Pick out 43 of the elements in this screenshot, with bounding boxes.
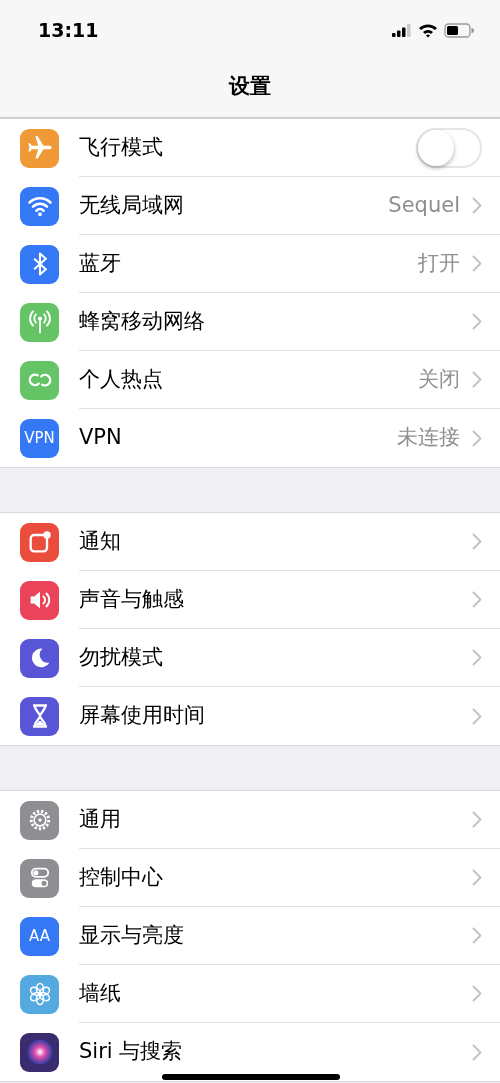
chevron-icon [472, 197, 482, 214]
row-label: 无线局域网 [79, 191, 184, 219]
icon-label: VPN [24, 430, 55, 446]
wifi-icon [418, 22, 438, 38]
home-indicator[interactable] [162, 1074, 340, 1080]
row-value: 未连接 [397, 424, 460, 452]
toggle-switch[interactable] [416, 127, 482, 168]
row-value: 关闭 [418, 365, 460, 393]
row-label: 墙纸 [79, 979, 121, 1007]
chevron-icon [472, 1043, 482, 1061]
row-label: 蜂窝移动网络 [79, 307, 205, 335]
chevron-icon [472, 985, 482, 1002]
chevron-icon [472, 869, 482, 886]
chevron-icon [472, 927, 482, 944]
row-value: Sequel [388, 191, 460, 219]
row-label: 个人热点 [79, 365, 163, 393]
row-value: 打开 [418, 249, 460, 277]
signal-icon [392, 23, 412, 37]
row-label: 飞行模式 [79, 133, 163, 161]
row-label: 显示与亮度 [79, 921, 184, 949]
row-label: 控制中心 [79, 863, 163, 891]
row-label: 勿扰模式 [79, 643, 163, 671]
row-label: 声音与触感 [79, 585, 184, 613]
chevron-icon [472, 649, 482, 666]
row-label: Siri 与搜索 [79, 1038, 183, 1066]
row-label: 通用 [79, 805, 121, 833]
row-label: 蓝牙 [79, 249, 121, 277]
chevron-icon [472, 313, 482, 330]
row-label: 屏幕使用时间 [79, 702, 205, 730]
chevron-icon [472, 371, 482, 388]
chevron-icon [472, 591, 482, 608]
row-label: VPN [79, 424, 122, 452]
icon-label: AA [29, 928, 50, 944]
page-title: 设置 [229, 72, 271, 100]
chevron-icon [472, 429, 482, 447]
battery-icon [444, 22, 474, 38]
chevron-icon [472, 533, 482, 550]
row-label: 通知 [79, 527, 121, 555]
airplane-icon [25, 134, 54, 162]
chevron-icon [472, 707, 482, 725]
chevron-icon [472, 255, 482, 272]
chevron-icon [472, 811, 482, 828]
status-time: 13:11 [38, 17, 99, 43]
